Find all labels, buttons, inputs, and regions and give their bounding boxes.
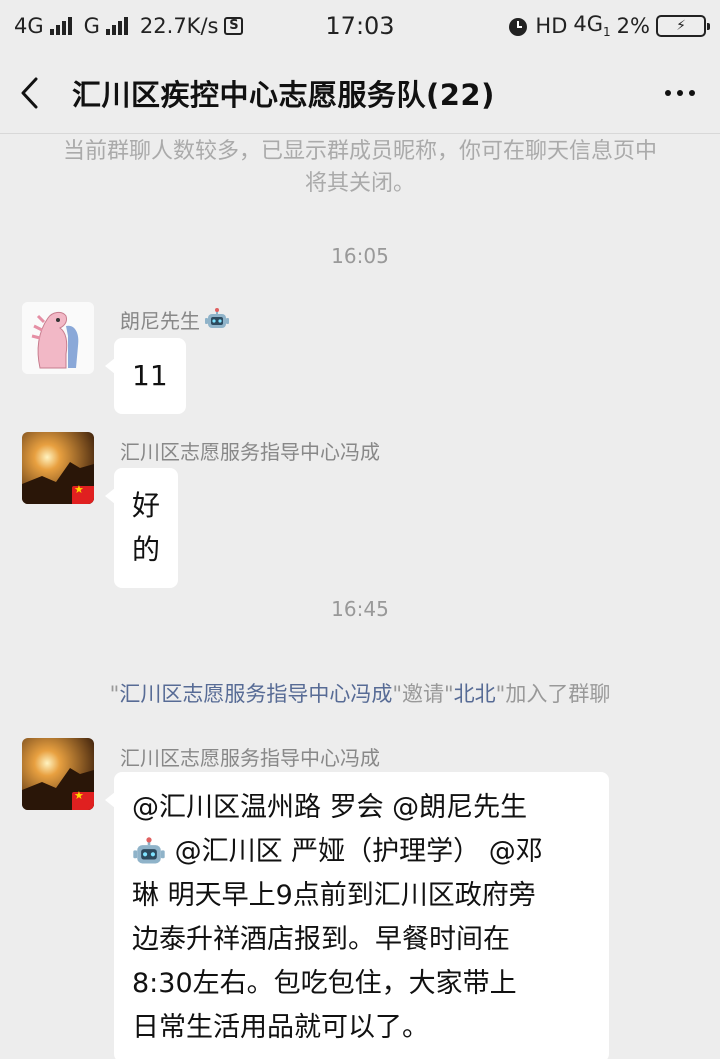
sender-name: 朗尼先生 xyxy=(120,305,230,334)
sim-icon: S xyxy=(224,17,244,35)
china-flag-icon xyxy=(72,483,94,504)
timestamp: 16:45 xyxy=(331,597,389,621)
net-right-sub: 1 xyxy=(603,25,611,40)
robot-emoji-icon xyxy=(133,836,165,863)
bubble-line: 边泰升祥酒店报到。早餐时间在 xyxy=(132,924,510,955)
sys-quote: " xyxy=(109,682,120,706)
bubble-line: 日常生活用品就可以了。 xyxy=(132,1012,429,1043)
status-left: 4G G 22.7K/s S xyxy=(14,14,244,38)
system-message: "汇川区志愿服务指导中心冯成"邀请"北北"加入了群聊 xyxy=(0,678,720,708)
more-dot xyxy=(689,89,695,96)
status-right: HD 4G1 2% ⚡ xyxy=(507,12,710,40)
bubble-line: 琳 明天早上9点前到汇川区政府旁 xyxy=(132,880,536,911)
battery-icon: ⚡ xyxy=(656,15,710,37)
robot-emoji-icon xyxy=(205,307,229,328)
message-bubble[interactable]: 好的 xyxy=(104,468,179,588)
network-type-right: 4G1 xyxy=(573,12,610,39)
timestamp: 16:05 xyxy=(331,244,389,268)
network-type-2: G xyxy=(83,14,100,38)
invitee-link[interactable]: 北北 xyxy=(454,682,496,706)
sys-invite-text: "邀请" xyxy=(392,682,454,706)
network-type-1: 4G xyxy=(14,14,44,38)
signal-icon xyxy=(49,17,72,35)
bubble-line: @汇川区温州路 罗会 @朗尼先生 xyxy=(132,792,528,823)
bubble-line-with-emoji: @汇川区 严娅（护理学） @邓 xyxy=(132,830,591,874)
china-flag-icon xyxy=(72,789,94,810)
nav-bar: 汇川区疾控中心志愿服务队(22) xyxy=(0,52,720,134)
chevron-left-icon xyxy=(21,77,38,108)
group-notice: 当前群聊人数较多，已显示群成员昵称，你可在聊天信息页中将其关闭。 xyxy=(62,139,657,196)
back-button[interactable] xyxy=(0,52,58,134)
avatar[interactable] xyxy=(22,302,94,374)
inviter-link[interactable]: 汇川区志愿服务指导中心冯成 xyxy=(119,682,392,706)
sender-name: 汇川区志愿服务指导中心冯成 xyxy=(120,440,380,464)
alarm-icon xyxy=(509,18,528,36)
sender-name: 汇川区志愿服务指导中心冯成 xyxy=(120,746,380,770)
message-bubble[interactable]: @汇川区温州路 罗会 @朗尼先生 @汇川区 严娅（护理学） @邓 琳 明天早上9… xyxy=(105,772,609,1059)
sys-joined-text: "加入了群聊 xyxy=(495,682,611,706)
bubble-line-text: @汇川区 严娅（护理学） @邓 xyxy=(166,836,543,867)
more-dot xyxy=(665,89,671,96)
message-bubble[interactable]: 11 xyxy=(105,338,186,414)
page-title: 汇川区疾控中心志愿服务队(22) xyxy=(72,77,495,112)
avatar[interactable] xyxy=(22,432,94,504)
sender-name-text: 朗尼先生 xyxy=(120,309,200,333)
more-dot xyxy=(677,89,683,96)
battery-percent: 2% xyxy=(616,14,650,38)
avatar[interactable] xyxy=(22,738,94,810)
status-bar: 4G G 22.7K/s S 17:03 HD 4G1 2% ⚡ xyxy=(0,0,720,52)
more-button[interactable] xyxy=(640,52,720,134)
net-speed: 22.7K/s xyxy=(139,14,219,38)
bubble-line: 8:30左右。包吃包住，大家带上 xyxy=(132,968,517,999)
signal-icon-2 xyxy=(105,17,128,35)
net-right-label: 4G xyxy=(573,12,604,37)
hd-label: HD xyxy=(535,14,568,38)
dinosaur-avatar-icon xyxy=(22,302,94,374)
